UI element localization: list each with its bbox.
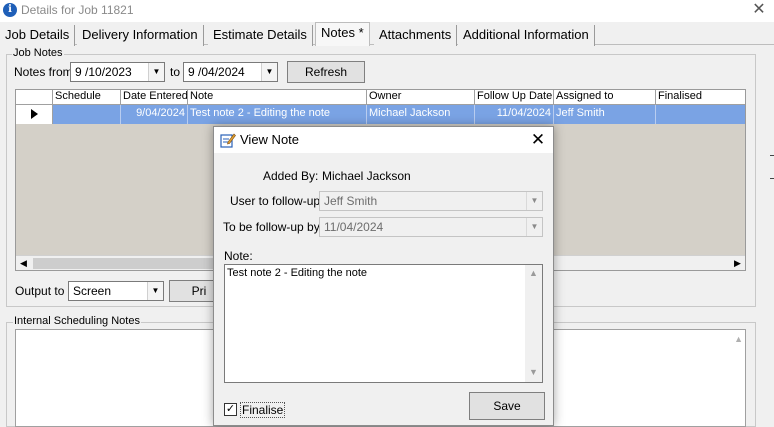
grid-header: Schedule Date Entered Note Owner Follow … xyxy=(16,90,745,105)
note-text: Test note 2 - Editing the note xyxy=(227,267,368,279)
column-header[interactable]: Note xyxy=(188,90,367,105)
added-by-value: Michael Jackson xyxy=(322,169,411,183)
scroll-up-icon[interactable]: ▲ xyxy=(529,268,538,278)
user-to-follow-up-label: User to follow-up: xyxy=(230,194,324,208)
job-notes-group-label: Job Notes xyxy=(12,47,64,59)
added-by-label: Added By: xyxy=(263,169,319,183)
window-close-button[interactable]: ✕ xyxy=(748,0,770,20)
dialog-close-button[interactable]: ✕ xyxy=(527,129,549,151)
view-note-dialog: View Note ✕ Added By: Michael Jackson Us… xyxy=(213,126,554,426)
notes-from-label: Notes from xyxy=(14,65,73,79)
note-label: Note: xyxy=(224,249,253,263)
edit-note-icon xyxy=(220,133,236,148)
follow-up-by-date-picker[interactable]: 11/04/2024 ▼ xyxy=(319,217,543,237)
output-to-value: Screen xyxy=(73,284,112,298)
chevron-down-icon[interactable]: ▼ xyxy=(261,63,277,81)
user-to-follow-up-value: Jeff Smith xyxy=(324,194,378,208)
note-vertical-scrollbar[interactable]: ▲ ▼ xyxy=(525,265,542,382)
tab-estimate-details[interactable]: Estimate Details xyxy=(208,25,313,46)
tab-strip: Job Details Delivery Information Estimat… xyxy=(0,22,774,46)
dialog-title: View Note xyxy=(240,132,300,147)
notes-to-date-value: 9 /04/2024 xyxy=(188,65,245,79)
tab-delivery-information[interactable]: Delivery Information xyxy=(77,25,204,46)
cell-schedule[interactable] xyxy=(53,105,121,124)
cell-follow-up-date[interactable]: 11/04/2024 xyxy=(475,105,554,124)
internal-scheduling-group-label: Internal Scheduling Notes xyxy=(13,315,141,327)
refresh-button[interactable]: Refresh xyxy=(287,61,365,83)
chevron-down-icon[interactable]: ▼ xyxy=(526,218,542,236)
column-header[interactable]: Follow Up Date xyxy=(475,90,554,105)
notes-to-date-picker[interactable]: 9 /04/2024 ▼ xyxy=(183,62,278,82)
edge-tick xyxy=(770,178,774,179)
note-text-area[interactable]: Test note 2 - Editing the note ▲ ▼ xyxy=(224,264,543,383)
column-header[interactable]: Schedule xyxy=(53,90,121,105)
finalise-checkbox[interactable]: ✓ xyxy=(224,403,237,416)
checkmark-icon: ✓ xyxy=(225,403,236,415)
column-header[interactable]: Assigned to xyxy=(554,90,656,105)
chevron-down-icon[interactable]: ▼ xyxy=(147,282,163,300)
row-indicator-header xyxy=(16,90,53,105)
output-to-select[interactable]: Screen ▼ xyxy=(68,281,164,301)
user-to-follow-up-select[interactable]: Jeff Smith ▼ xyxy=(319,191,543,211)
to-label: to xyxy=(170,65,181,79)
cell-date-entered[interactable]: 9/04/2024 xyxy=(121,105,188,124)
cell-note[interactable]: Test note 2 - Editing the note xyxy=(188,105,367,124)
follow-up-by-value: 11/04/2024 xyxy=(324,220,384,234)
window-title: Details for Job 11821 xyxy=(21,3,134,17)
finalise-label[interactable]: Finalise xyxy=(240,402,286,418)
tab-notes[interactable]: Notes * xyxy=(315,22,370,46)
column-header[interactable]: Date Entered xyxy=(121,90,188,105)
column-header[interactable]: Finalised xyxy=(656,90,745,105)
dialog-titlebar: View Note ✕ xyxy=(214,127,553,153)
cell-owner[interactable]: Michael Jackson xyxy=(367,105,475,124)
column-header[interactable]: Owner xyxy=(367,90,475,105)
cell-assigned-to[interactable]: Jeff Smith xyxy=(554,105,656,124)
tab-attachments[interactable]: Attachments xyxy=(374,25,458,46)
output-to-label: Output to xyxy=(15,284,65,298)
follow-up-by-label: To be follow-up by: xyxy=(223,220,324,234)
scroll-down-icon[interactable]: ▼ xyxy=(529,367,538,377)
tab-additional-information[interactable]: Additional Information xyxy=(458,25,595,46)
notes-from-date-picker[interactable]: 9 /10/2023 ▼ xyxy=(70,62,165,82)
current-row-arrow-icon xyxy=(31,109,38,119)
scroll-right-icon[interactable]: ▶ xyxy=(730,256,745,271)
chevron-down-icon[interactable]: ▼ xyxy=(526,192,542,210)
row-indicator[interactable] xyxy=(16,105,53,124)
scroll-up-icon[interactable]: ▲ xyxy=(734,334,743,344)
table-row[interactable]: 9/04/2024 Test note 2 - Editing the note… xyxy=(16,105,745,124)
tab-job-details[interactable]: Job Details xyxy=(0,25,76,46)
save-button[interactable]: Save xyxy=(469,392,545,420)
info-icon: i xyxy=(3,3,17,17)
cell-finalised[interactable] xyxy=(656,105,745,124)
edge-tick xyxy=(770,155,774,156)
chevron-down-icon[interactable]: ▼ xyxy=(148,63,164,81)
scroll-left-icon[interactable]: ◀ xyxy=(16,256,31,271)
notes-from-date-value: 9 /10/2023 xyxy=(75,65,132,79)
